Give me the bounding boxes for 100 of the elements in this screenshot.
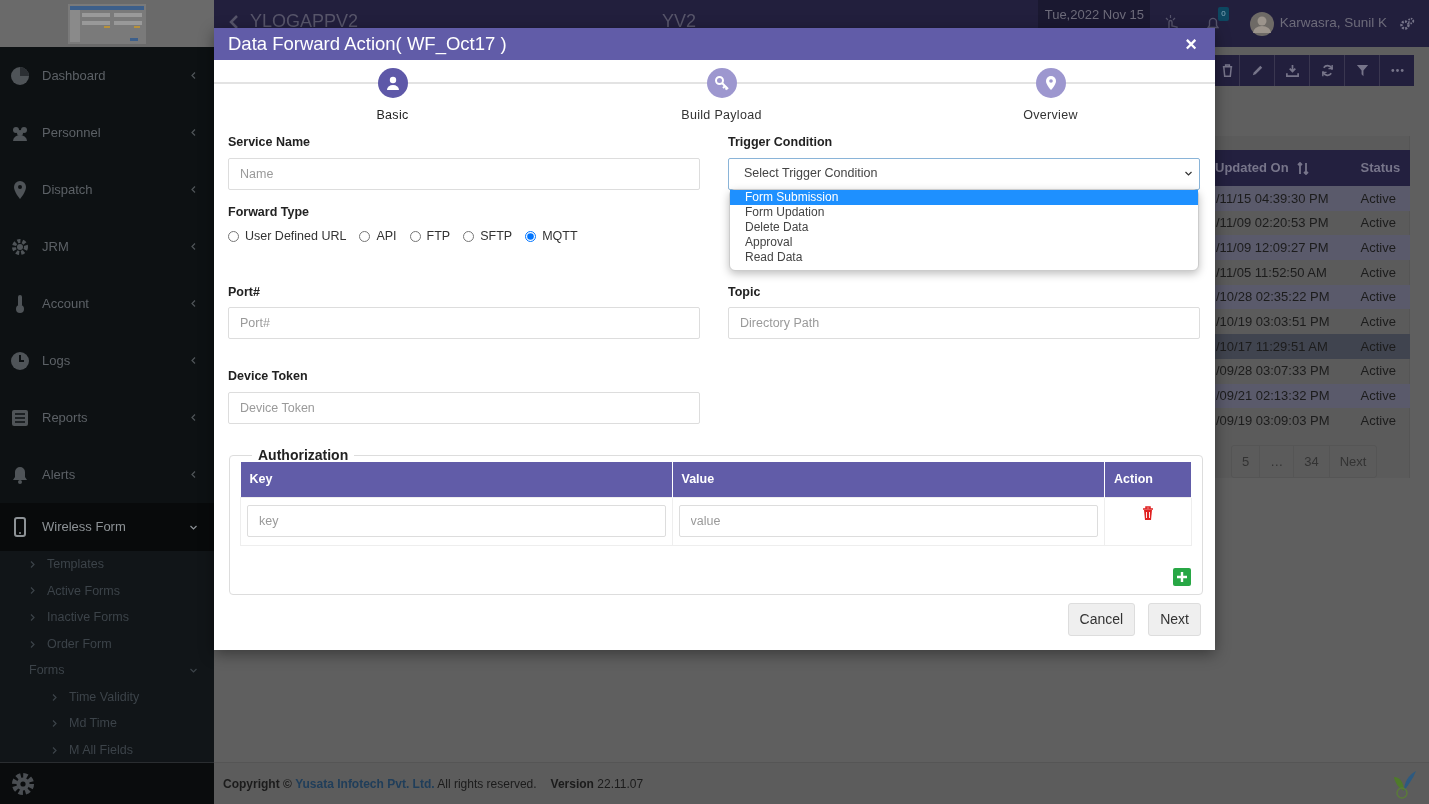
step-label: Build Payload	[681, 107, 762, 124]
delete-icon[interactable]	[1142, 506, 1154, 521]
radio-button[interactable]	[463, 231, 475, 243]
sidebar-item[interactable]: Dashboard	[0, 47, 214, 104]
field-label: Device Token	[228, 368, 309, 386]
input-field[interactable]: Directory Path	[728, 307, 1200, 340]
input-field[interactable]: Device Token	[228, 392, 700, 424]
sort-icon[interactable]	[1296, 161, 1309, 175]
radio-button[interactable]	[409, 231, 421, 243]
chevron-icon	[50, 719, 59, 729]
radio-button[interactable]	[525, 231, 537, 243]
sidebar-item[interactable]: Alerts	[0, 446, 214, 503]
copyright-text: Copyright © Yusata Infotech Pvt. Ltd. All rights reserved.	[223, 775, 537, 793]
sidebar-item[interactable]: JRM	[0, 218, 214, 275]
settings-icon[interactable]	[10, 770, 36, 797]
dialog-button[interactable]: Cancel	[1067, 602, 1136, 636]
table-cell: /09/21 02:13:32 PM	[1216, 388, 1330, 404]
input-field[interactable]: Name	[228, 157, 700, 190]
table-cell: /11/15 04:39:30 PM	[1216, 190, 1329, 206]
table-cell: /11/09 02:20:53 PM	[1216, 215, 1329, 231]
page-link[interactable]: …	[1259, 445, 1294, 478]
table-cell: Active	[1360, 363, 1396, 379]
sidebar-item[interactable]: Personnel	[0, 104, 214, 161]
radio-label[interactable]: SFTP	[480, 227, 513, 246]
chevron-icon	[189, 413, 198, 422]
input-field[interactable]: Port#	[228, 307, 700, 340]
caret-icon	[1184, 169, 1193, 178]
dropdown-option[interactable]: Read Data	[730, 250, 1198, 266]
key-icon	[713, 75, 730, 91]
field-label: Trigger Condition	[728, 133, 834, 151]
sidebar-item[interactable]: Account	[0, 275, 214, 332]
sidebar-item[interactable]: Reports	[0, 389, 214, 446]
section-title: Authorization	[257, 448, 350, 462]
pie-chart-icon	[10, 65, 30, 86]
table-cell: Active	[1360, 314, 1396, 330]
select-field[interactable]: Select Trigger Condition	[728, 157, 1200, 190]
chevron-icon	[189, 128, 198, 137]
clock-icon	[10, 350, 30, 371]
company-link[interactable]: Yusata Infotech Pvt. Ltd.	[295, 776, 435, 791]
chevron-icon	[28, 613, 37, 622]
column-header: Key	[249, 471, 273, 486]
sidebar-item[interactable]: Logs	[0, 332, 214, 389]
step-label: Overview	[1023, 107, 1078, 124]
radio-label[interactable]: User Defined URL	[245, 227, 347, 246]
radio-label[interactable]: MQTT	[542, 227, 578, 246]
table-cell: Active	[1360, 289, 1396, 305]
chevron-icon	[189, 242, 198, 251]
chevron-icon	[50, 745, 59, 755]
field-label: Forward Type	[228, 203, 311, 221]
user-name[interactable]: Karwasra, Sunil K	[1279, 13, 1387, 34]
chevron-icon	[189, 356, 198, 365]
close-button[interactable]: ×	[1181, 34, 1201, 54]
chevron-icon	[28, 639, 37, 649]
notification-count: 0	[1218, 6, 1229, 21]
step-marker[interactable]	[706, 68, 737, 98]
sidebar-item[interactable]: Wireless Form	[0, 503, 214, 551]
table-cell: /10/28 02:35:22 PM	[1216, 289, 1330, 305]
table-cell: Active	[1360, 412, 1396, 428]
chevron-icon	[28, 586, 37, 596]
chevron-icon	[189, 71, 198, 80]
dialog-button[interactable]: Next	[1148, 602, 1201, 636]
step-label: Basic	[376, 107, 409, 124]
table-cell: Active	[1360, 215, 1396, 231]
radio-button[interactable]	[359, 231, 371, 243]
list-icon	[10, 407, 30, 428]
download-icon[interactable]	[1284, 63, 1300, 78]
radio-label[interactable]: API	[376, 227, 397, 246]
chevron-icon	[189, 470, 198, 479]
settings-icon[interactable]	[1399, 16, 1415, 31]
radio-button[interactable]	[228, 231, 239, 243]
table-cell: Active	[1360, 239, 1396, 255]
table-cell: /09/19 03:09:03 PM	[1216, 412, 1330, 428]
chevron-icon	[189, 299, 198, 308]
column-header: Action	[1114, 471, 1153, 486]
chevron-icon	[189, 185, 198, 194]
input-field[interactable]: value	[678, 505, 1098, 537]
dropdown-option[interactable]: Form Updation	[730, 204, 1198, 220]
step-marker[interactable]	[1035, 68, 1066, 98]
refresh-icon[interactable]	[1319, 63, 1335, 78]
sidebar-item[interactable]: Dispatch	[0, 161, 214, 218]
table-cell: /11/09 12:09:27 PM	[1216, 239, 1329, 255]
chevron-icon	[28, 559, 37, 569]
table-cell: /09/28 03:07:33 PM	[1216, 363, 1330, 379]
column-header: Value	[681, 471, 715, 486]
modal-title: Data Forward Action( WF_Oct17 )	[228, 32, 507, 57]
add-button[interactable]	[1173, 567, 1191, 586]
step-marker[interactable]	[377, 68, 408, 98]
dropdown-option[interactable]: Delete Data	[730, 219, 1198, 236]
dropdown-option[interactable]: Approval	[730, 235, 1198, 251]
filter-icon[interactable]	[1354, 63, 1370, 78]
dropdown-option[interactable]: Form Submission	[730, 189, 1198, 205]
bell-icon	[10, 464, 30, 485]
field-label: Service Name	[228, 133, 311, 151]
chevron-icon	[50, 692, 59, 702]
user-icon	[384, 75, 401, 91]
table-cell: Active	[1360, 388, 1396, 404]
radio-label[interactable]: FTP	[426, 227, 451, 246]
chevron-icon	[189, 666, 198, 676]
gear-icon	[10, 236, 30, 257]
input-field[interactable]: key	[247, 505, 666, 537]
